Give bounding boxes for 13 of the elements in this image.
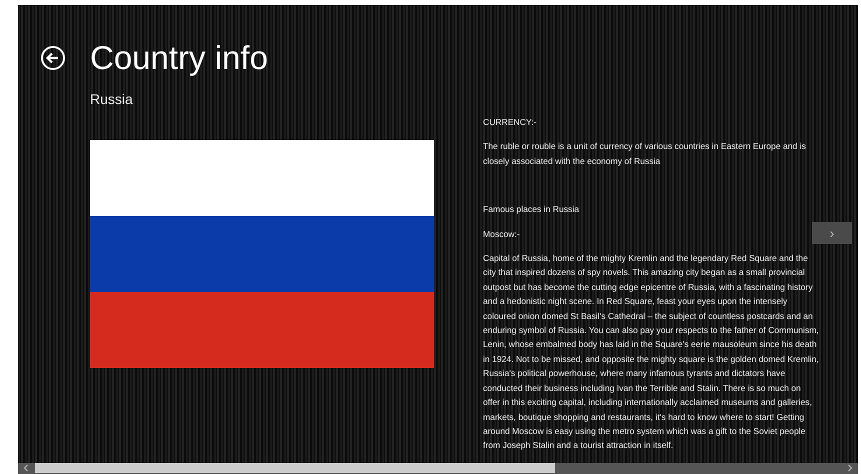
scroll-left-icon[interactable]	[21, 463, 31, 474]
info-label: Famous places in Russia	[483, 203, 580, 216]
next-button[interactable]: ›	[812, 222, 852, 244]
page-title: Country info	[90, 39, 268, 77]
info-label: CURRENCY:-	[483, 116, 536, 129]
back-icon[interactable]	[40, 45, 66, 71]
scroll-right-icon[interactable]	[845, 463, 855, 474]
country-name: Russia	[90, 91, 133, 107]
info-label: Moscow:-	[483, 228, 520, 241]
info-paragraph: The ruble or rouble is a unit of currency of various countries in Eastern Europe and is closely associated with the economy of Russia	[483, 140, 807, 168]
horizontal-scrollbar[interactable]	[18, 462, 858, 474]
info-paragraph: Capital of Russia, home of the mighty Kremlin and the legendary Red Square and the city that inspired dozens of spy novels. This amazing city began as a small provincial outpost but has become the cutting edge epicentre of Russia, with a fascinating history and a hedonistic night scene. In Red Square, feast your eyes upon the intensely coloured onion domed St Basil's Cathedral – the subject of countless postcards and an enduring symbol of Russia. You can also pay your respects to the father of Communism, Lenin, whose embalmed body has laid in the Square's eerie mausoleum since his death in 1924. Not to be missed, and opposite the mighty square is the golden domed Kremlin, Russia's political powerhouse, where many infamous tyrants and dictators have conducted their business including Ivan the Terrible and Stalin. There is so much on offer in this exciting capital, including internationally acclaimed museums and galleries, markets, boutique shopping and restaurants, it's hard to know where to start! Getting around Moscow is easy using the metro system which was a gift to the Soviet people from Joseph Stalin and a tourist attraction in itself.	[483, 252, 819, 452]
scrollbar-thumb[interactable]	[35, 463, 555, 474]
